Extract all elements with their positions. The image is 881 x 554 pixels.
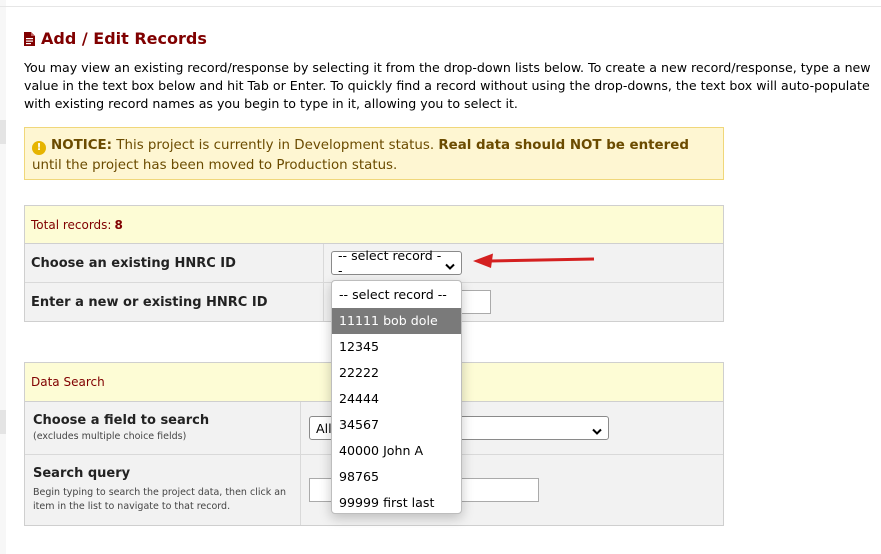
search-field-label: Choose a field to search: [33, 412, 210, 428]
notice-label: NOTICE:: [51, 138, 113, 153]
left-edge-strip: [0, 0, 6, 554]
page-title-text: Add / Edit Records: [41, 28, 207, 48]
search-field-label-cell: Choose a field to search (excludes multi…: [25, 402, 301, 454]
dropdown-option[interactable]: 12345: [332, 334, 461, 360]
chevron-down-icon: [445, 259, 455, 270]
total-records-count: 8: [114, 217, 123, 232]
left-edge-tick: [0, 120, 6, 144]
total-records-label: Total records:: [31, 217, 112, 232]
enter-record-label-cell: Enter a new or existing HNRC ID: [25, 283, 324, 321]
search-query-label: Search query: [33, 466, 131, 481]
dropdown-option[interactable]: 40000 John A: [332, 438, 461, 464]
search-field-value: All: [316, 420, 332, 436]
red-arrow-annotation: [473, 253, 595, 268]
dropdown-option[interactable]: 22222: [332, 360, 461, 386]
choose-record-label-cell: Choose an existing HNRC ID: [25, 244, 324, 282]
select-record-value: -- select record --: [338, 248, 442, 278]
dropdown-option[interactable]: 99999 first last: [332, 490, 461, 516]
dropdown-option[interactable]: -- select record --: [332, 282, 461, 308]
page-title: Add / Edit Records: [24, 27, 207, 49]
dropdown-option[interactable]: 98765: [332, 464, 461, 490]
choose-record-row: Choose an existing HNRC ID -- select rec…: [25, 244, 723, 283]
dropdown-option[interactable]: 34567: [332, 412, 461, 438]
intro-text: You may view an existing record/response…: [24, 60, 871, 111]
select-record-dropdown[interactable]: -- select record --: [331, 248, 462, 278]
search-query-sublabel: Begin typing to search the project data,…: [33, 487, 287, 512]
data-search-title: Data Search: [31, 375, 105, 389]
notice-text: This project is currently in Development…: [112, 138, 439, 153]
top-divider: [0, 6, 881, 7]
notice-bold-text: Real data should NOT be entered: [438, 138, 689, 153]
search-field-sublabel: (excludes multiple choice fields): [33, 430, 187, 442]
search-query-label-cell: Search query Begin typing to search the …: [25, 455, 301, 525]
notice-text-end: until the project has been moved to Prod…: [32, 158, 398, 173]
chevron-down-icon: [592, 424, 602, 435]
left-edge-tick: [0, 410, 6, 434]
dropdown-option[interactable]: 24444: [332, 386, 461, 412]
enter-record-label: Enter a new or existing HNRC ID: [31, 294, 268, 310]
document-icon: [24, 31, 35, 46]
development-notice: ! NOTICE: This project is currently in De…: [24, 127, 724, 180]
warning-icon: !: [32, 141, 46, 155]
choose-record-label: Choose an existing HNRC ID: [31, 255, 236, 271]
dropdown-option[interactable]: 11111 bob dole: [332, 308, 461, 334]
record-dropdown-list: -- select record -- 11111 bob dole 12345 22…: [331, 280, 462, 514]
total-records-header: Total records: 8: [25, 206, 723, 244]
